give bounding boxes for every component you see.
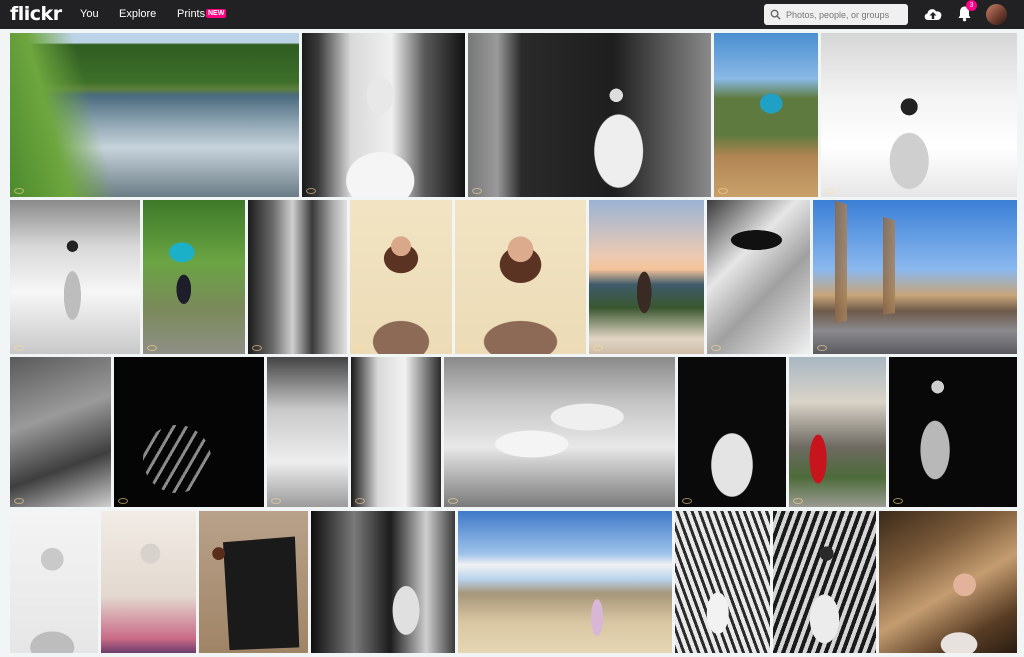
photo-blue-top-bench[interactable] (143, 200, 245, 354)
watermark-icon (459, 345, 469, 351)
photo-palm-red-hair[interactable] (879, 511, 1017, 653)
photo-bw-portrait-waterfall[interactable] (302, 33, 465, 197)
photo-book-cover[interactable] (199, 511, 308, 653)
photo-desert-dunes[interactable] (458, 511, 672, 653)
photo-sunset-terrace[interactable] (589, 200, 704, 354)
photo-bw-shadow-stripes[interactable] (114, 357, 264, 507)
photo-river-rapids[interactable] (10, 33, 299, 197)
photo-bw-palm-fronds[interactable] (675, 511, 770, 653)
nav-prints[interactable]: Prints (177, 8, 205, 20)
photo-bw-lying-two-women[interactable] (444, 357, 675, 507)
watermark-icon (448, 498, 458, 504)
watermark-icon (271, 498, 281, 504)
photo-bw-wide-hat[interactable] (707, 200, 810, 354)
photo-bw-two-women-black-bg[interactable] (678, 357, 786, 507)
watermark-icon (825, 188, 835, 194)
photo-bw-figure-black-bg[interactable] (889, 357, 1017, 507)
photo-beaded-dress-portrait-2[interactable] (455, 200, 586, 354)
top-navigation-bar: flickr You Explore Prints NEW 3 (0, 0, 1024, 29)
photo-bw-rocks-dress[interactable] (10, 357, 111, 507)
user-avatar[interactable] (986, 4, 1007, 25)
watermark-icon (14, 498, 24, 504)
nav-explore[interactable]: Explore (119, 8, 156, 20)
watermark-icon (118, 498, 128, 504)
watermark-icon (817, 345, 827, 351)
photo-bw-two-women-embrace[interactable] (267, 357, 348, 507)
upload-icon[interactable] (923, 5, 943, 23)
watermark-icon (472, 188, 482, 194)
watermark-icon (252, 345, 262, 351)
watermark-icon (147, 345, 157, 351)
watermark-icon (593, 345, 603, 351)
nav-you[interactable]: You (80, 8, 99, 20)
watermark-icon (14, 188, 24, 194)
photo-bw-masquerade-masks[interactable] (351, 357, 441, 507)
photo-bw-figure-garden[interactable] (10, 200, 140, 354)
photo-body-paint-portrait[interactable] (10, 511, 98, 653)
photo-bw-palm-dress[interactable] (773, 511, 876, 653)
photo-blue-dress-landscape[interactable] (714, 33, 818, 197)
search-input[interactable] (786, 6, 904, 23)
prints-new-badge: NEW (206, 9, 227, 18)
watermark-icon (893, 498, 903, 504)
photo-ancient-columns[interactable] (813, 200, 1017, 354)
watermark-icon (711, 345, 721, 351)
flickr-logo[interactable]: flickr (10, 3, 62, 25)
photo-bw-back-view-trees[interactable] (821, 33, 1017, 197)
watermark-icon (306, 188, 316, 194)
watermark-icon (14, 345, 24, 351)
photo-body-paint-feathers[interactable] (101, 511, 196, 653)
watermark-icon (793, 498, 803, 504)
watermark-icon (682, 498, 692, 504)
photo-bw-stone-arch[interactable] (468, 33, 711, 197)
photo-red-dress-street[interactable] (789, 357, 886, 507)
watermark-icon (355, 498, 365, 504)
search-icon[interactable] (770, 9, 781, 20)
photo-bw-tree-pose[interactable] (311, 511, 455, 653)
watermark-icon (718, 188, 728, 194)
watermark-icon (354, 345, 364, 351)
search-box[interactable] (764, 4, 908, 25)
notification-count-badge: 3 (966, 0, 977, 11)
photo-beaded-dress-portrait-1[interactable] (350, 200, 452, 354)
photo-bw-mirror[interactable] (248, 200, 347, 354)
